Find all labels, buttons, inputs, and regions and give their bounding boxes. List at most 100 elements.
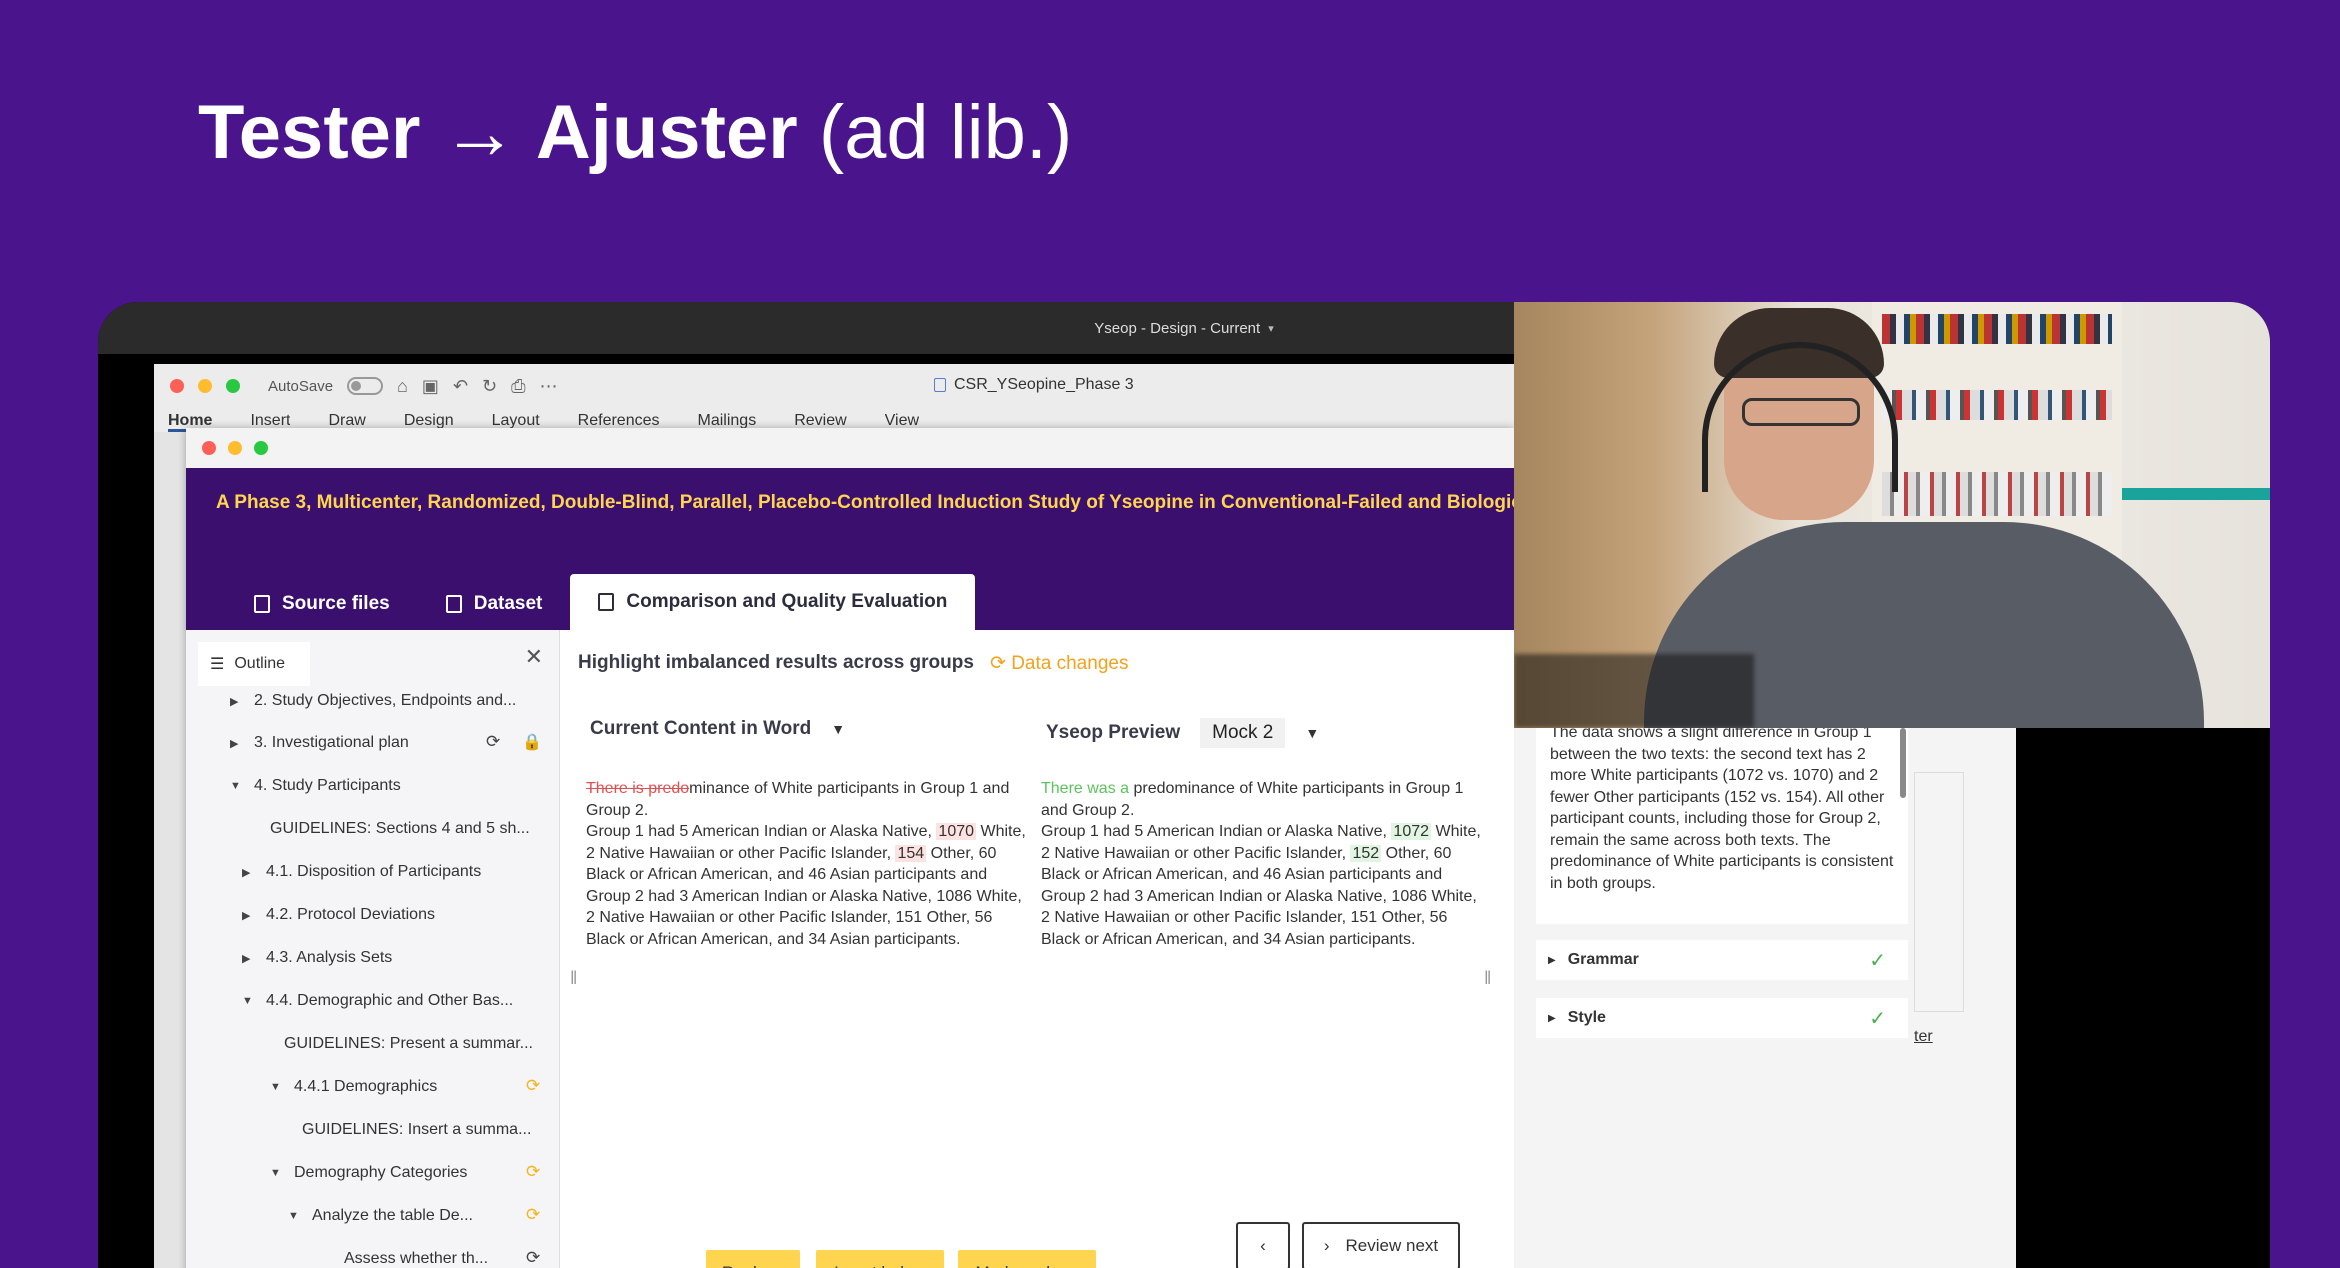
minimize-window-button[interactable] (198, 379, 212, 393)
current-content-title: Current Content in Word (590, 718, 812, 739)
outline-item[interactable]: ▶ 2. Study Objectives, Endpoints and... (230, 692, 516, 710)
caret-down-icon[interactable]: ▼ (270, 1167, 281, 1179)
chevron-down-icon[interactable]: ▾ (1268, 322, 1274, 335)
outline-item[interactable]: ▶ 3. Investigational plan (230, 734, 409, 752)
outline-item[interactable]: ▼ 4.4.1 Demographics (270, 1078, 437, 1096)
save-icon[interactable]: ▣ (422, 376, 439, 397)
more-icon[interactable]: ⋯ (540, 376, 558, 397)
outline-item-label: 4.3. Analysis Sets (266, 949, 393, 966)
insert-below-button[interactable]: Insert below (816, 1250, 944, 1268)
deleted-text: There is predo (586, 780, 690, 797)
caret-right-icon[interactable]: ▶ (230, 695, 240, 708)
resize-handle[interactable]: ‖ (570, 968, 577, 989)
webcam-video (1514, 302, 2270, 728)
outline-item[interactable]: Assess whether th... (344, 1250, 488, 1268)
caret-down-icon[interactable]: ▼ (242, 995, 253, 1007)
addin-titlebar (186, 428, 1514, 468)
close-icon[interactable]: ✕ (525, 644, 543, 670)
addin-minimize-button[interactable] (228, 441, 242, 455)
autosave-toggle[interactable] (347, 377, 384, 395)
addin-tabs: Source files Dataset Comparison and Qual… (226, 566, 976, 630)
outline-item-label: 2. Study Objectives, Endpoints and... (254, 692, 517, 709)
sync-icon[interactable]: ⟳ (526, 1205, 540, 1225)
outline-item[interactable]: ▼ Analyze the table De... (288, 1207, 473, 1225)
outline-item-label: Demography Categories (294, 1164, 468, 1181)
tab-dataset-label: Dataset (473, 593, 543, 614)
caret-down-icon[interactable]: ▼ (288, 1210, 299, 1222)
grammar-check[interactable]: ▶ Grammar ✓ (1536, 940, 1908, 980)
analysis-summary-text: The data shows a slight difference in Gr… (1550, 728, 1894, 892)
analysis-summary: The data shows a slight difference in Gr… (1536, 728, 1908, 924)
analysis-scrollbar[interactable] (1900, 728, 1906, 798)
outline-item-label: 4.4.1 Demographics (294, 1078, 438, 1095)
table-icon (445, 595, 462, 613)
mock-select[interactable]: Mock 2 (1200, 718, 1286, 748)
replace-button[interactable]: Replace (706, 1250, 800, 1268)
highlight-label: Highlight imbalanced results across grou… (578, 652, 974, 673)
changed-value: 1072 (1391, 823, 1432, 840)
tab-comparison[interactable]: Comparison and Quality Evaluation (570, 574, 976, 630)
outline-item[interactable]: ▶ 4.1. Disposition of Participants (242, 863, 481, 881)
outline-item[interactable]: ▼ 4. Study Participants (230, 777, 401, 795)
yseop-addin-window: A Phase 3, Multicenter, Randomized, Doub… (186, 428, 1522, 1268)
home-icon[interactable]: ⌂ (397, 376, 408, 397)
maximize-window-button[interactable] (226, 379, 240, 393)
outline-item[interactable]: GUIDELINES: Insert a summa... (302, 1121, 531, 1139)
changed-value: 152 (1350, 844, 1382, 862)
outline-item-label: GUIDELINES: Sections 4 and 5 sh... (270, 820, 530, 837)
check-icon: ✓ (1869, 949, 1886, 972)
tab-dataset[interactable]: Dataset (418, 578, 571, 630)
chevron-right-icon: › (1323, 1236, 1330, 1255)
data-changes-label: Data changes (1011, 653, 1129, 674)
outline-header: ☰ Outline ✕ (186, 630, 559, 686)
outline-item[interactable]: ▶ 4.3. Analysis Sets (242, 949, 392, 967)
redo-icon[interactable]: ↻ (482, 376, 497, 397)
caret-right-icon[interactable]: ▶ (242, 952, 252, 965)
undo-icon[interactable]: ↶ (453, 376, 468, 397)
style-label: Style (1567, 1009, 1606, 1026)
sync-icon[interactable]: ⟳ (526, 1076, 540, 1096)
chevron-down-icon[interactable]: ▼ (831, 721, 845, 737)
sync-icon[interactable]: ⟳ (526, 1162, 540, 1182)
current-content-header[interactable]: Current Content in Word ▼ (590, 718, 845, 740)
tab-source-files[interactable]: Source files (226, 578, 418, 630)
caret-right-icon[interactable]: ▶ (230, 737, 240, 750)
outline-tab[interactable]: ☰ Outline (198, 642, 310, 686)
caret-right-icon[interactable]: ▶ (242, 909, 252, 922)
check-icon: ✓ (1869, 1007, 1886, 1030)
review-next-button[interactable]: › Review next (1302, 1222, 1460, 1268)
outline-item-label: Assess whether th... (344, 1250, 489, 1267)
chevron-left-icon: ‹ (1260, 1236, 1266, 1255)
caret-right-icon[interactable]: ▶ (242, 866, 252, 879)
outline-item-label: GUIDELINES: Insert a summa... (302, 1121, 532, 1138)
outline-item[interactable]: ▶ 4.2. Protocol Deviations (242, 906, 435, 924)
blurred-name-tag (1514, 654, 1754, 728)
outline-item[interactable]: ▼ 4.4. Demographic and Other Bas... (242, 992, 513, 1010)
books-row (1882, 314, 2112, 344)
resize-handle[interactable]: ‖ (1484, 968, 1491, 989)
inserted-text: There was a (1041, 780, 1134, 797)
sync-icon[interactable]: ⟳ (486, 732, 500, 752)
outline-item[interactable]: ▼ Demography Categories (270, 1164, 467, 1182)
data-changes-indicator[interactable]: ⟳ Data changes (990, 652, 1128, 675)
chevron-down-icon[interactable]: ▼ (1305, 725, 1319, 741)
sync-icon: ⟳ (990, 653, 1012, 674)
print-icon[interactable]: ⎙ (511, 376, 525, 397)
close-window-button[interactable] (170, 379, 184, 393)
addin-maximize-button[interactable] (254, 441, 268, 455)
outline-item-label: Analyze the table De... (312, 1207, 473, 1224)
outline-item[interactable]: GUIDELINES: Present a summar... (284, 1035, 533, 1053)
changed-value: 154 (895, 844, 927, 862)
content-text: Group 1 had 5 American Indian or Alaska … (1041, 823, 1392, 840)
style-check[interactable]: ▶ Style ✓ (1536, 998, 1908, 1038)
sync-icon[interactable]: ⟳ (526, 1248, 540, 1268)
preview-header: Yseop Preview Mock 2 ▼ (1046, 718, 1319, 748)
outline-item[interactable]: GUIDELINES: Sections 4 and 5 sh... (270, 820, 530, 838)
mark-as-done-button[interactable]: Mark as done (958, 1250, 1096, 1268)
caret-down-icon[interactable]: ▼ (230, 780, 241, 792)
list-icon: ☰ (210, 656, 225, 673)
screen-title: Yseop - Design - Current (1094, 319, 1261, 337)
caret-down-icon[interactable]: ▼ (270, 1081, 281, 1093)
previous-button[interactable]: ‹ (1236, 1222, 1290, 1268)
addin-close-button[interactable] (202, 441, 216, 455)
